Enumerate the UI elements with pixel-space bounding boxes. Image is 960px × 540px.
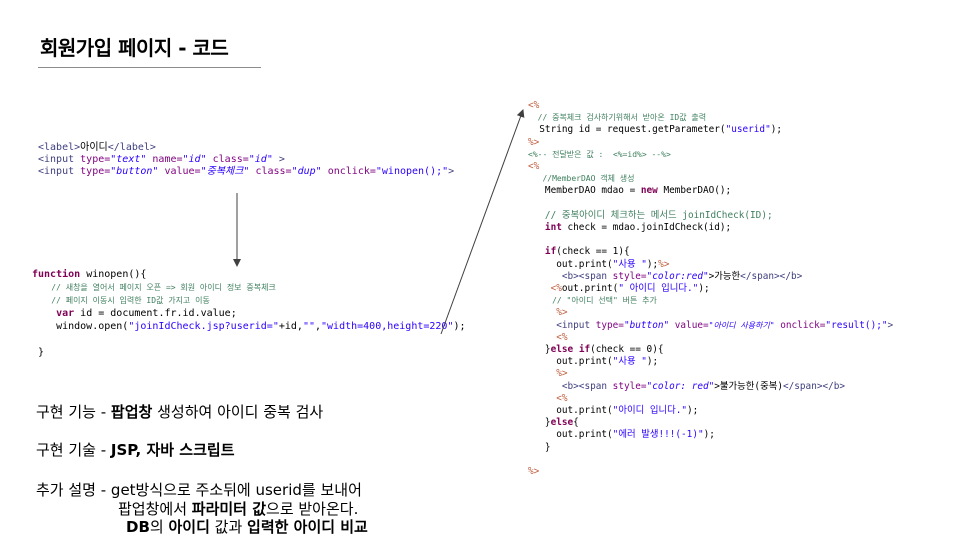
feature-highlight: 팝업창 [110, 403, 153, 421]
extra-highlight: DB [126, 518, 150, 536]
tech-label: 구현 기술 - [36, 441, 111, 459]
extra-line-3: DB의 아이디 값과 입력한 아이디 비교 [126, 516, 368, 537]
extra-text: get방식으로 주소뒤에 userid를 보내어 [110, 481, 362, 499]
feature-label: 구현 기능 - [36, 403, 111, 421]
feature-text: 생성하여 아이디 중복 검사 [152, 403, 324, 421]
extra-label: 추가 설명 - [36, 481, 111, 499]
extra-text: 값과 [209, 518, 248, 536]
extra-highlight: 아이디 [168, 518, 210, 536]
tech-highlight: JSP, 자바 스크립트 [110, 441, 235, 459]
arrow-to-jsp [440, 109, 525, 335]
tech-line: 구현 기술 - JSP, 자바 스크립트 [36, 439, 235, 460]
extra-line: 추가 설명 - get방식으로 주소뒤에 userid를 보내어 [36, 479, 362, 500]
extra-text: 의 [149, 518, 169, 536]
feature-line: 구현 기능 - 팝업창 생성하여 아이디 중복 검사 [36, 401, 323, 422]
extra-highlight: 입력한 아이디 비교 [247, 518, 368, 536]
